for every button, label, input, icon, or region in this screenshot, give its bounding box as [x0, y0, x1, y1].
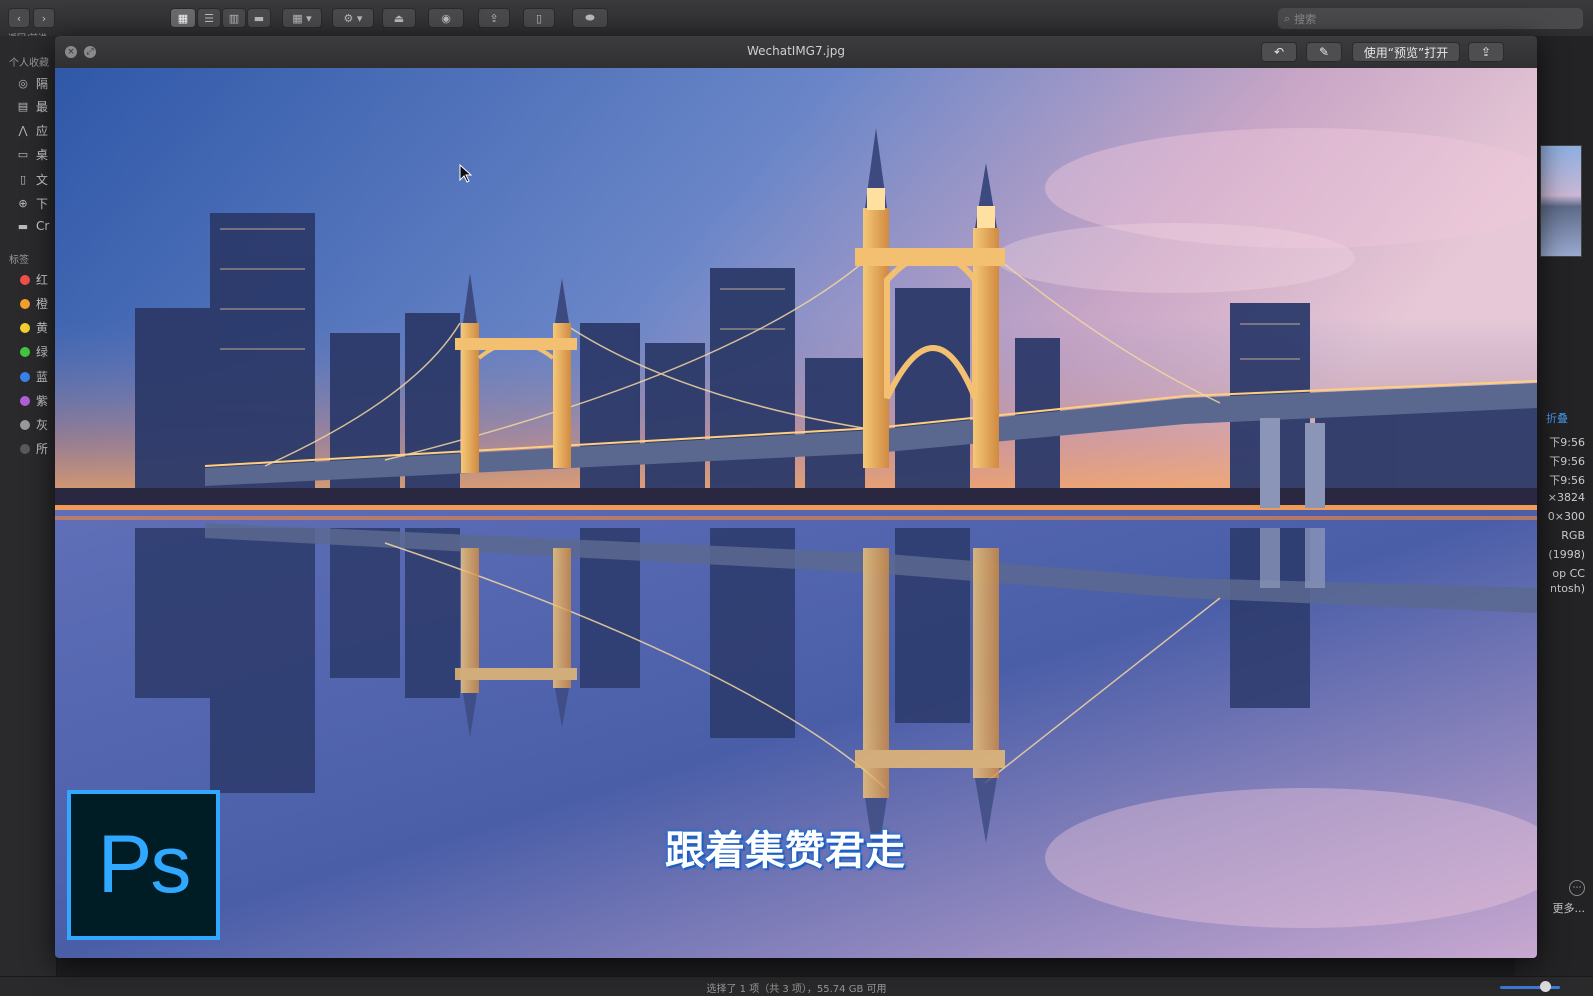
info-line: RGB [1561, 529, 1585, 542]
markup-button[interactable]: ✎ [1306, 42, 1342, 62]
column-view-button[interactable]: ▥ [222, 8, 246, 28]
status-bar: 选择了 1 项（共 3 项），55.74 GB 可用 [0, 976, 1593, 996]
sidebar-item-downloads[interactable]: ⊕ 下 [16, 195, 48, 212]
rotate-button[interactable]: ↶ [1261, 42, 1297, 62]
sidebar-tag-red[interactable]: 红 [20, 271, 48, 288]
tag-dot [20, 322, 30, 333]
more-link[interactable]: 更多... [1553, 900, 1586, 916]
search-field[interactable]: ⌕ 搜索 [1278, 8, 1583, 29]
sidebar-tag-yellow[interactable]: 黄 [20, 319, 48, 336]
columns-icon: ▥ [228, 11, 240, 25]
tag-dot [20, 371, 30, 382]
tags-header: 标签 [9, 255, 29, 266]
trash-icon: ▯ [535, 11, 543, 25]
finder-toolbar: ‹ › ▦ ☰ ▥ ▬ ▦ ▾ ⚙ ▾ ⏏ ◉ ⇪ ▯ ⬬ ⌕ 搜索 [0, 0, 1593, 37]
chevron-right-icon: › [41, 11, 47, 25]
chevron-left-icon: ‹ [16, 11, 22, 25]
quicklook-titlebar: × ⤢ WechatIMG7.jpg ↶ ✎ 使用“预览”打开 ⇪ [55, 36, 1537, 69]
status-text: 选择了 1 项（共 3 项），55.74 GB 可用 [706, 984, 887, 995]
fold-link[interactable]: 折叠 [1546, 410, 1568, 426]
search-icon: ⌕ [1284, 11, 1291, 25]
share-button[interactable]: ⇪ [1468, 42, 1504, 62]
search-placeholder: 搜索 [1294, 12, 1317, 26]
tag-button[interactable]: ⬬ [572, 8, 608, 28]
grid-dropdown-icon: ▦ ▾ [292, 11, 312, 25]
eject-button[interactable]: ⏏ [382, 8, 416, 28]
eject-icon: ⏏ [393, 11, 405, 25]
tag-dot [20, 395, 30, 406]
documents-icon: ▯ [19, 173, 27, 186]
info-line: ×3824 [1547, 491, 1585, 504]
list-icon: ☰ [204, 11, 214, 25]
photoshop-logo: Ps [67, 790, 220, 940]
tag-dot [20, 298, 30, 309]
info-line: 下9:56 [1549, 436, 1585, 449]
info-line: 0×300 [1547, 510, 1585, 523]
downloads-icon: ⊕ [18, 197, 28, 210]
sidebar-tag-blue[interactable]: 蓝 [20, 368, 48, 385]
slider-knob[interactable] [1540, 981, 1551, 992]
desktop-icon: ▭ [17, 148, 29, 161]
share-button[interactable]: ⇪ [478, 8, 510, 28]
sidebar-item-desktop[interactable]: ▭ 桌 [16, 146, 48, 163]
favorites-header: 个人收藏 [9, 58, 49, 69]
rotate-icon: ↶ [1273, 45, 1285, 59]
mouse-cursor-icon [459, 164, 473, 183]
eye-icon: ◉ [441, 11, 451, 25]
info-line: 下9:56 [1549, 474, 1585, 487]
back-button[interactable]: ‹ [8, 8, 30, 28]
recents-icon: ▤ [17, 100, 29, 113]
gallery-icon: ▬ [253, 11, 265, 25]
sidebar-tag-orange[interactable]: 橙 [20, 295, 48, 312]
video-subtitle: 跟着集赞君走 [664, 827, 906, 875]
quicklook-button[interactable]: ◉ [428, 8, 464, 28]
forward-button[interactable]: › [33, 8, 55, 28]
info-line: 下9:56 [1549, 455, 1585, 468]
open-with-preview-button[interactable]: 使用“预览”打开 [1352, 42, 1460, 62]
tag-dot [20, 274, 30, 285]
sidebar-item-airdrop[interactable]: ◎ 隔 [16, 75, 48, 92]
folder-icon: ▬ [17, 219, 29, 233]
gallery-view-button[interactable]: ▬ [247, 8, 271, 28]
sidebar-item-documents[interactable]: ▯ 文 [16, 171, 48, 188]
tag-dot [20, 346, 30, 357]
markup-icon: ✎ [1318, 45, 1330, 59]
sidebar-item-folder[interactable]: ▬ Cr [16, 219, 50, 233]
info-line: (1998) [1548, 548, 1585, 561]
group-by-button[interactable]: ▦ ▾ [282, 8, 322, 28]
more-icon[interactable]: ⋯ [1569, 880, 1585, 896]
sidebar-tag-all[interactable]: 所 [20, 440, 48, 457]
sidebar-item-recents[interactable]: ▤ 最 [16, 98, 48, 115]
share-icon: ⇪ [489, 11, 499, 25]
sidebar-tag-gray[interactable]: 灰 [20, 416, 48, 433]
action-button[interactable]: ⚙ ▾ [332, 8, 374, 28]
sidebar-item-applications[interactable]: ⋀ 应 [16, 122, 48, 139]
airdrop-icon: ◎ [18, 77, 28, 90]
list-view-button[interactable]: ☰ [197, 8, 221, 28]
applications-icon: ⋀ [18, 124, 28, 137]
info-line: ntosh) [1549, 582, 1585, 595]
sidebar-tag-green[interactable]: 绿 [20, 343, 48, 360]
tag-icon: ⬬ [585, 11, 595, 24]
preview-thumbnail [1540, 145, 1582, 257]
photoshop-logo-text: Ps [97, 819, 192, 910]
icon-view-button[interactable]: ▦ [170, 8, 196, 28]
tag-dot [20, 443, 30, 454]
gear-icon: ⚙ ▾ [343, 11, 363, 25]
tag-dot [20, 419, 30, 430]
sidebar-tag-purple[interactable]: 紫 [20, 392, 48, 409]
info-line: op CC [1552, 567, 1585, 580]
icon-size-slider[interactable] [1500, 986, 1560, 989]
grid-icon: ▦ [177, 11, 189, 25]
trash-button[interactable]: ▯ [523, 8, 555, 28]
share-icon: ⇪ [1480, 45, 1492, 59]
